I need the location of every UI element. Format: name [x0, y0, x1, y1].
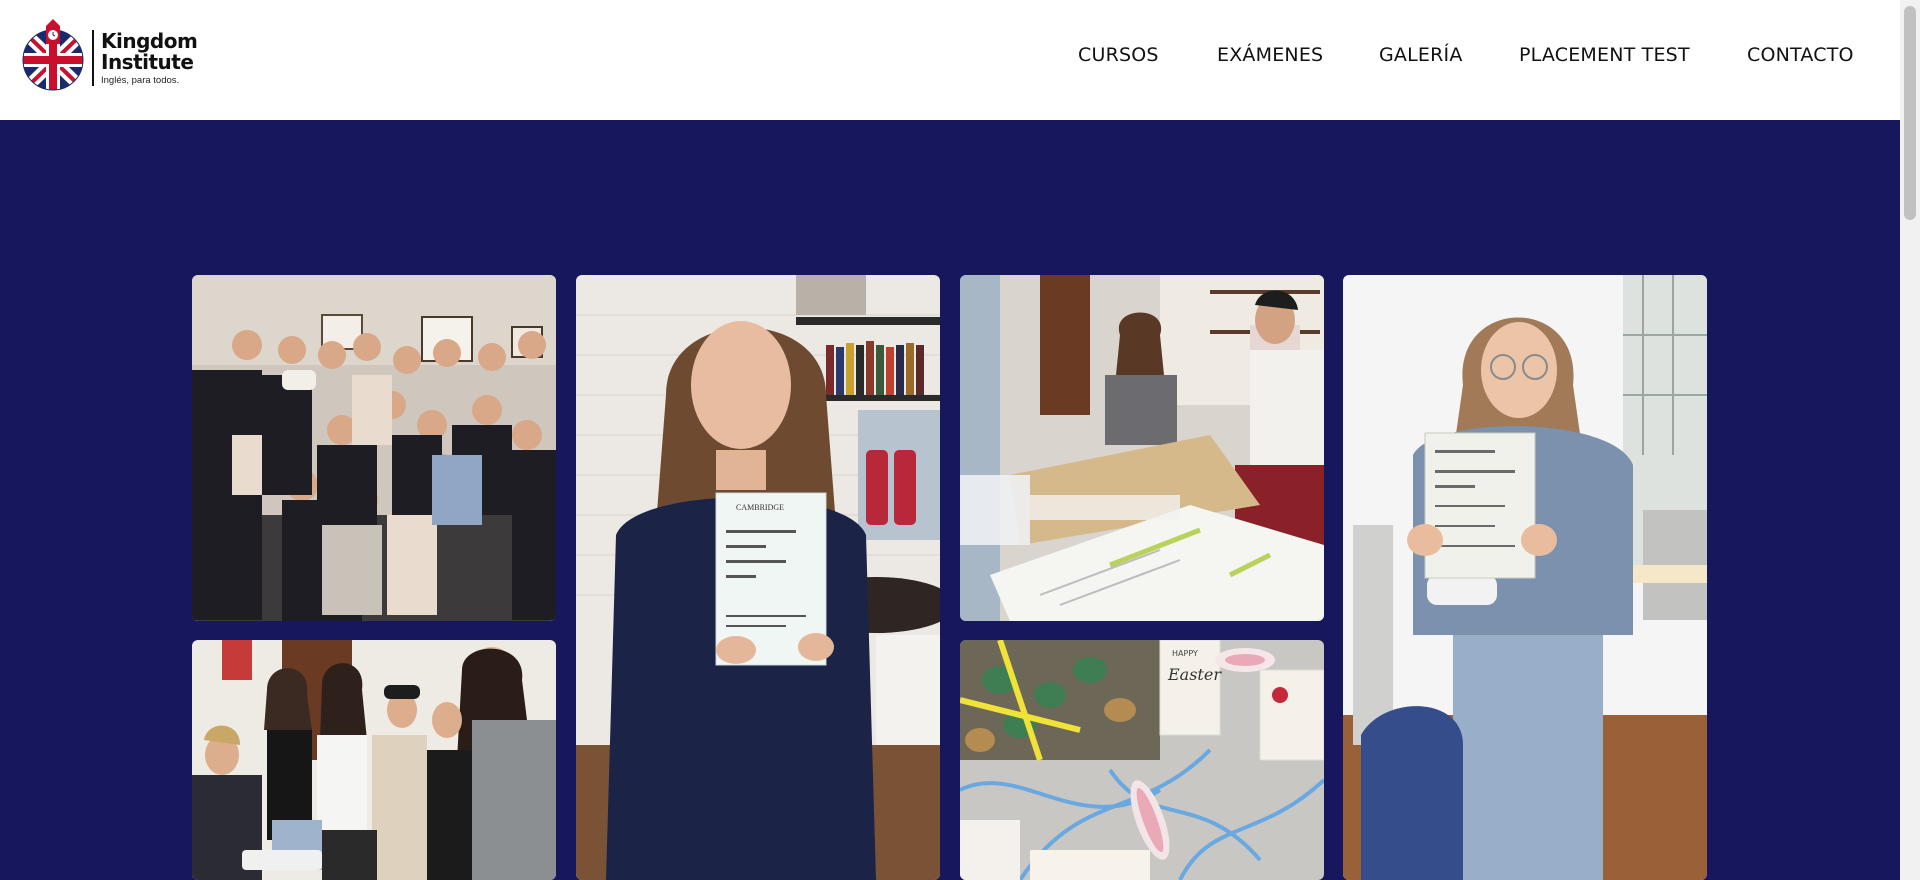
- gallery-photo-group-students[interactable]: [192, 275, 556, 621]
- logo-tagline: Inglés, para todos.: [101, 75, 180, 86]
- site-header: Kingdom Institute Inglés, para todos. CU…: [0, 0, 1900, 120]
- gallery-photo-certificate-glasses[interactable]: [1343, 275, 1707, 880]
- page-scrollbar[interactable]: [1900, 0, 1920, 880]
- easter-tag-easter-text: Easter: [1167, 665, 1222, 684]
- nav-item-examenes[interactable]: EXÁMENES: [1217, 44, 1323, 66]
- certificate-logo-text: CAMBRIDGE: [736, 503, 784, 512]
- nav-item-cursos[interactable]: CURSOS: [1078, 44, 1159, 66]
- scrollbar-thumb[interactable]: [1904, 6, 1916, 220]
- easter-tag-happy-text: HAPPY: [1172, 649, 1198, 658]
- gallery-photo-student-certificate[interactable]: CAMBRIDGE: [576, 275, 940, 880]
- nav-item-placement-test[interactable]: PLACEMENT TEST: [1519, 44, 1690, 66]
- nav-item-galeria[interactable]: GALERÍA: [1379, 44, 1463, 66]
- gallery-photo-classroom-exam[interactable]: [960, 275, 1324, 621]
- gallery-photo-easter-bags[interactable]: HAPPY Easter: [960, 640, 1324, 880]
- gallery-photo-students-posing[interactable]: [192, 640, 556, 880]
- nav-item-contacto[interactable]: CONTACTO: [1747, 44, 1854, 66]
- main-nav: CURSOS EXÁMENES GALERÍA PLACEMENT TEST C…: [0, 44, 1900, 74]
